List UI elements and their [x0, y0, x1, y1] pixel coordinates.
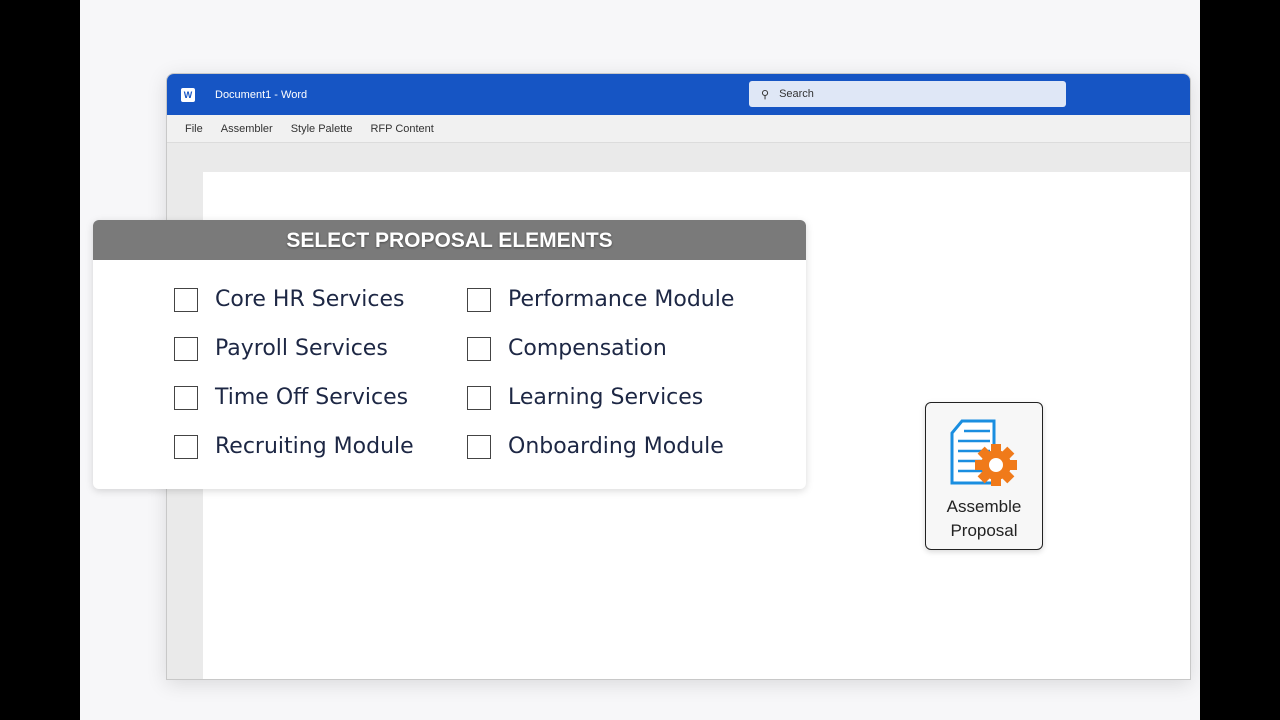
- title-bar: W Document1 - Word ⚲ Search: [167, 74, 1190, 115]
- assemble-proposal-button[interactable]: Assemble Proposal: [925, 402, 1043, 550]
- checkbox-label: Onboarding Module: [508, 434, 724, 459]
- document-gear-icon: [950, 419, 1017, 486]
- checkbox-performance[interactable]: Performance Module: [467, 287, 734, 312]
- checkbox-onboarding[interactable]: Onboarding Module: [467, 434, 724, 459]
- checkbox-recruiting[interactable]: Recruiting Module: [174, 434, 414, 459]
- checkbox-label: Compensation: [508, 336, 667, 361]
- checkbox-payroll[interactable]: Payroll Services: [174, 336, 388, 361]
- checkbox-core-hr[interactable]: Core HR Services: [174, 287, 405, 312]
- assemble-label-line2: Proposal: [950, 521, 1018, 540]
- menu-file[interactable]: File: [185, 123, 203, 135]
- checkbox-label: Payroll Services: [215, 336, 388, 361]
- checkbox-compensation[interactable]: Compensation: [467, 336, 667, 361]
- menu-rfp-content[interactable]: RFP Content: [370, 123, 433, 135]
- word-icon: W: [181, 87, 195, 102]
- panel-title: SELECT PROPOSAL ELEMENTS: [93, 220, 806, 260]
- search-placeholder: Search: [779, 88, 814, 100]
- checkbox[interactable]: [174, 385, 198, 410]
- checkbox[interactable]: [174, 336, 198, 361]
- checkbox-label: Learning Services: [508, 385, 704, 410]
- proposal-elements-panel: SELECT PROPOSAL ELEMENTS Core HR Service…: [93, 220, 806, 489]
- assemble-label-line1: Assemble: [946, 497, 1022, 516]
- checkbox-label: Core HR Services: [215, 287, 405, 312]
- checkbox[interactable]: [467, 336, 491, 361]
- checkbox[interactable]: [467, 434, 491, 459]
- checkbox[interactable]: [467, 287, 491, 312]
- checkbox-label: Recruiting Module: [215, 434, 414, 459]
- menu-bar: File Assembler Style Palette RFP Content: [167, 115, 1190, 143]
- checkbox-label: Time Off Services: [215, 385, 409, 410]
- checkbox-learning[interactable]: Learning Services: [467, 385, 703, 410]
- menu-style-palette[interactable]: Style Palette: [291, 123, 353, 135]
- checkbox[interactable]: [467, 385, 491, 410]
- document-title: Document1 - Word: [215, 88, 308, 101]
- search-input[interactable]: ⚲ Search: [749, 81, 1066, 107]
- checkbox[interactable]: [174, 287, 198, 312]
- checkbox[interactable]: [174, 434, 198, 459]
- menu-assembler[interactable]: Assembler: [221, 123, 273, 135]
- checkbox-time-off[interactable]: Time Off Services: [174, 385, 408, 410]
- search-icon: ⚲: [761, 88, 770, 101]
- checkbox-label: Performance Module: [508, 287, 735, 312]
